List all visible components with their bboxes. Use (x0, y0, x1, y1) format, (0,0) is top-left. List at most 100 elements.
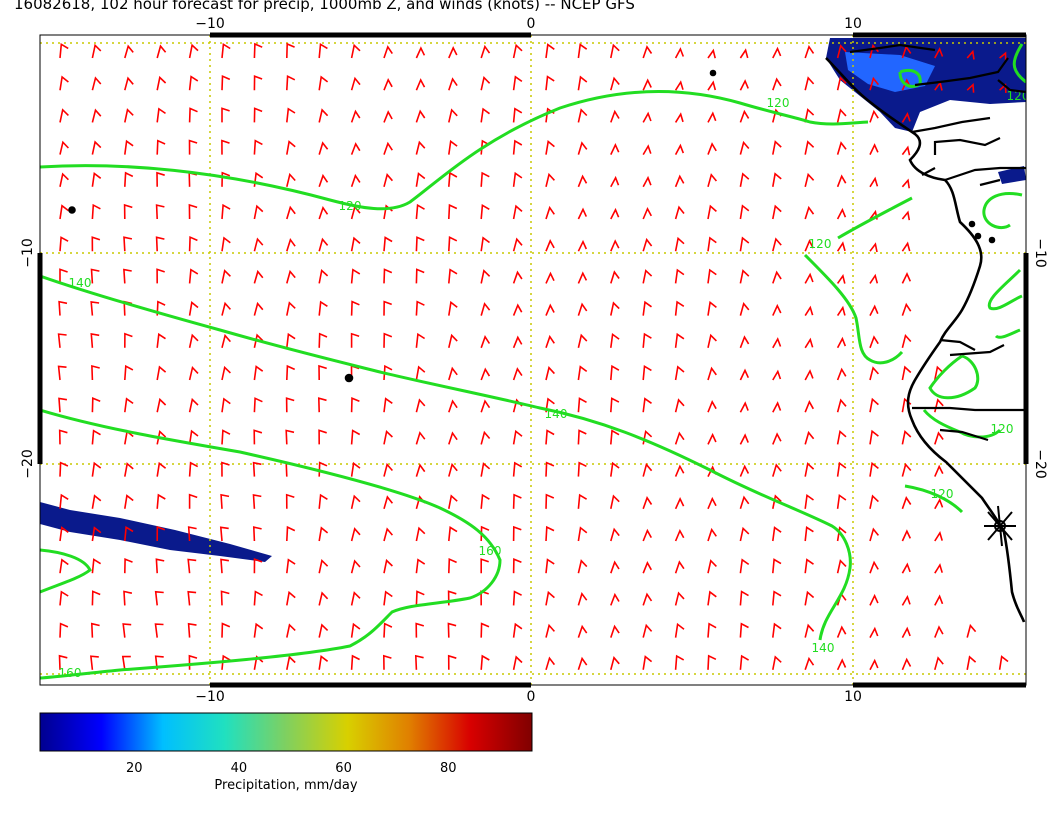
wind-barb (707, 590, 717, 606)
wind-barb (739, 236, 750, 252)
wind-barb (221, 74, 231, 91)
colorbar-tick-label: 20 (126, 761, 143, 776)
wind-barb (155, 204, 165, 220)
wind-barb (674, 205, 685, 220)
wind-barb (156, 397, 167, 413)
bottom-axis-tick: 10 (844, 689, 862, 705)
wind-barb (545, 172, 555, 187)
wind-barb (739, 302, 750, 316)
wind-barb (415, 109, 426, 123)
wind-barb (512, 75, 523, 91)
wind-barb (480, 302, 491, 316)
wind-barb (59, 42, 69, 59)
wind-barb (674, 622, 685, 638)
wind-barb (577, 75, 588, 91)
wind-barb (577, 461, 587, 477)
wind-barb (934, 594, 944, 606)
wind-barb (188, 397, 199, 413)
wind-barb (545, 493, 555, 509)
wind-barb (545, 461, 555, 477)
wind-barb (545, 334, 555, 349)
wind-barb (383, 300, 392, 316)
wind-barb (707, 432, 717, 445)
wind-barb (901, 302, 912, 316)
wind-barb (124, 108, 134, 123)
wind-barb (382, 654, 392, 670)
wind-barb (836, 559, 847, 574)
wind-barb (350, 142, 361, 155)
wind-barb (545, 558, 555, 574)
wind-barb (188, 235, 198, 252)
wind-barb (124, 332, 133, 348)
wind-barb (772, 526, 782, 542)
wind-barb (610, 207, 620, 220)
wind-barb (512, 461, 523, 477)
contour-120-east (803, 196, 913, 365)
wind-barb (642, 560, 652, 574)
contour-140-north (40, 274, 852, 641)
wind-barb (804, 172, 815, 187)
wind-barb (252, 526, 262, 542)
wind-barb (610, 560, 620, 574)
wind-barb (901, 210, 911, 221)
wind-barb (869, 176, 879, 188)
wind-barb (804, 205, 815, 220)
wind-barb (577, 526, 588, 542)
wind-barb (221, 622, 231, 638)
wind-barb (220, 493, 230, 509)
right-axis-tick: −10 (1032, 238, 1048, 268)
wind-barb (253, 429, 263, 445)
wind-barb (869, 461, 879, 477)
wind-barb (545, 75, 555, 91)
wind-barb (318, 591, 329, 606)
wind-barb (221, 461, 230, 477)
wind-barb (59, 590, 69, 606)
wind-barb (804, 623, 815, 638)
wind-barb (59, 622, 69, 638)
wind-barb (869, 304, 879, 316)
forecast-map: 120 120 120 120 120 120 140 140 160 160 … (20, 16, 1048, 793)
wind-barb (707, 333, 717, 348)
wind-barb (414, 654, 424, 670)
wind-barb (772, 46, 782, 59)
wind-barb (350, 527, 361, 542)
wind-barb (318, 559, 329, 574)
wind-barb (155, 558, 165, 574)
wind-barb (156, 75, 167, 91)
wind-barb (448, 268, 458, 284)
wind-barb (59, 140, 69, 155)
wind-barb (415, 332, 426, 348)
wind-barb (318, 655, 329, 670)
wind-barb (512, 493, 522, 509)
wind-barb (901, 626, 911, 638)
wind-barb (285, 429, 295, 445)
wind-barb (512, 204, 523, 220)
wind-barb (512, 558, 522, 574)
wind-barb (253, 397, 263, 413)
wind-barb (253, 558, 263, 574)
wind-barb (59, 236, 69, 252)
wind-barb (383, 45, 393, 59)
wind-barb (383, 430, 393, 445)
wind-barb (124, 364, 134, 381)
island (68, 206, 76, 214)
wind-barb (512, 367, 523, 381)
wind-barb (253, 237, 264, 252)
wind-barb (772, 432, 782, 445)
wind-barb (124, 397, 134, 413)
contour-label: 120 (991, 422, 1014, 436)
wind-barb (577, 271, 588, 284)
wind-barb (610, 461, 620, 477)
wind-barb (674, 268, 685, 284)
wind-barb (804, 369, 814, 381)
wind-barb (836, 461, 847, 477)
wind-barb (252, 461, 262, 477)
wind-barb (674, 174, 685, 188)
wind-barb (869, 429, 879, 445)
wind-barb (448, 526, 458, 542)
colorbar-tick-label: 80 (440, 761, 457, 776)
wind-barb (188, 333, 199, 348)
wind-barb (772, 590, 782, 606)
wind-barb (739, 622, 749, 638)
wind-barb (610, 142, 620, 155)
